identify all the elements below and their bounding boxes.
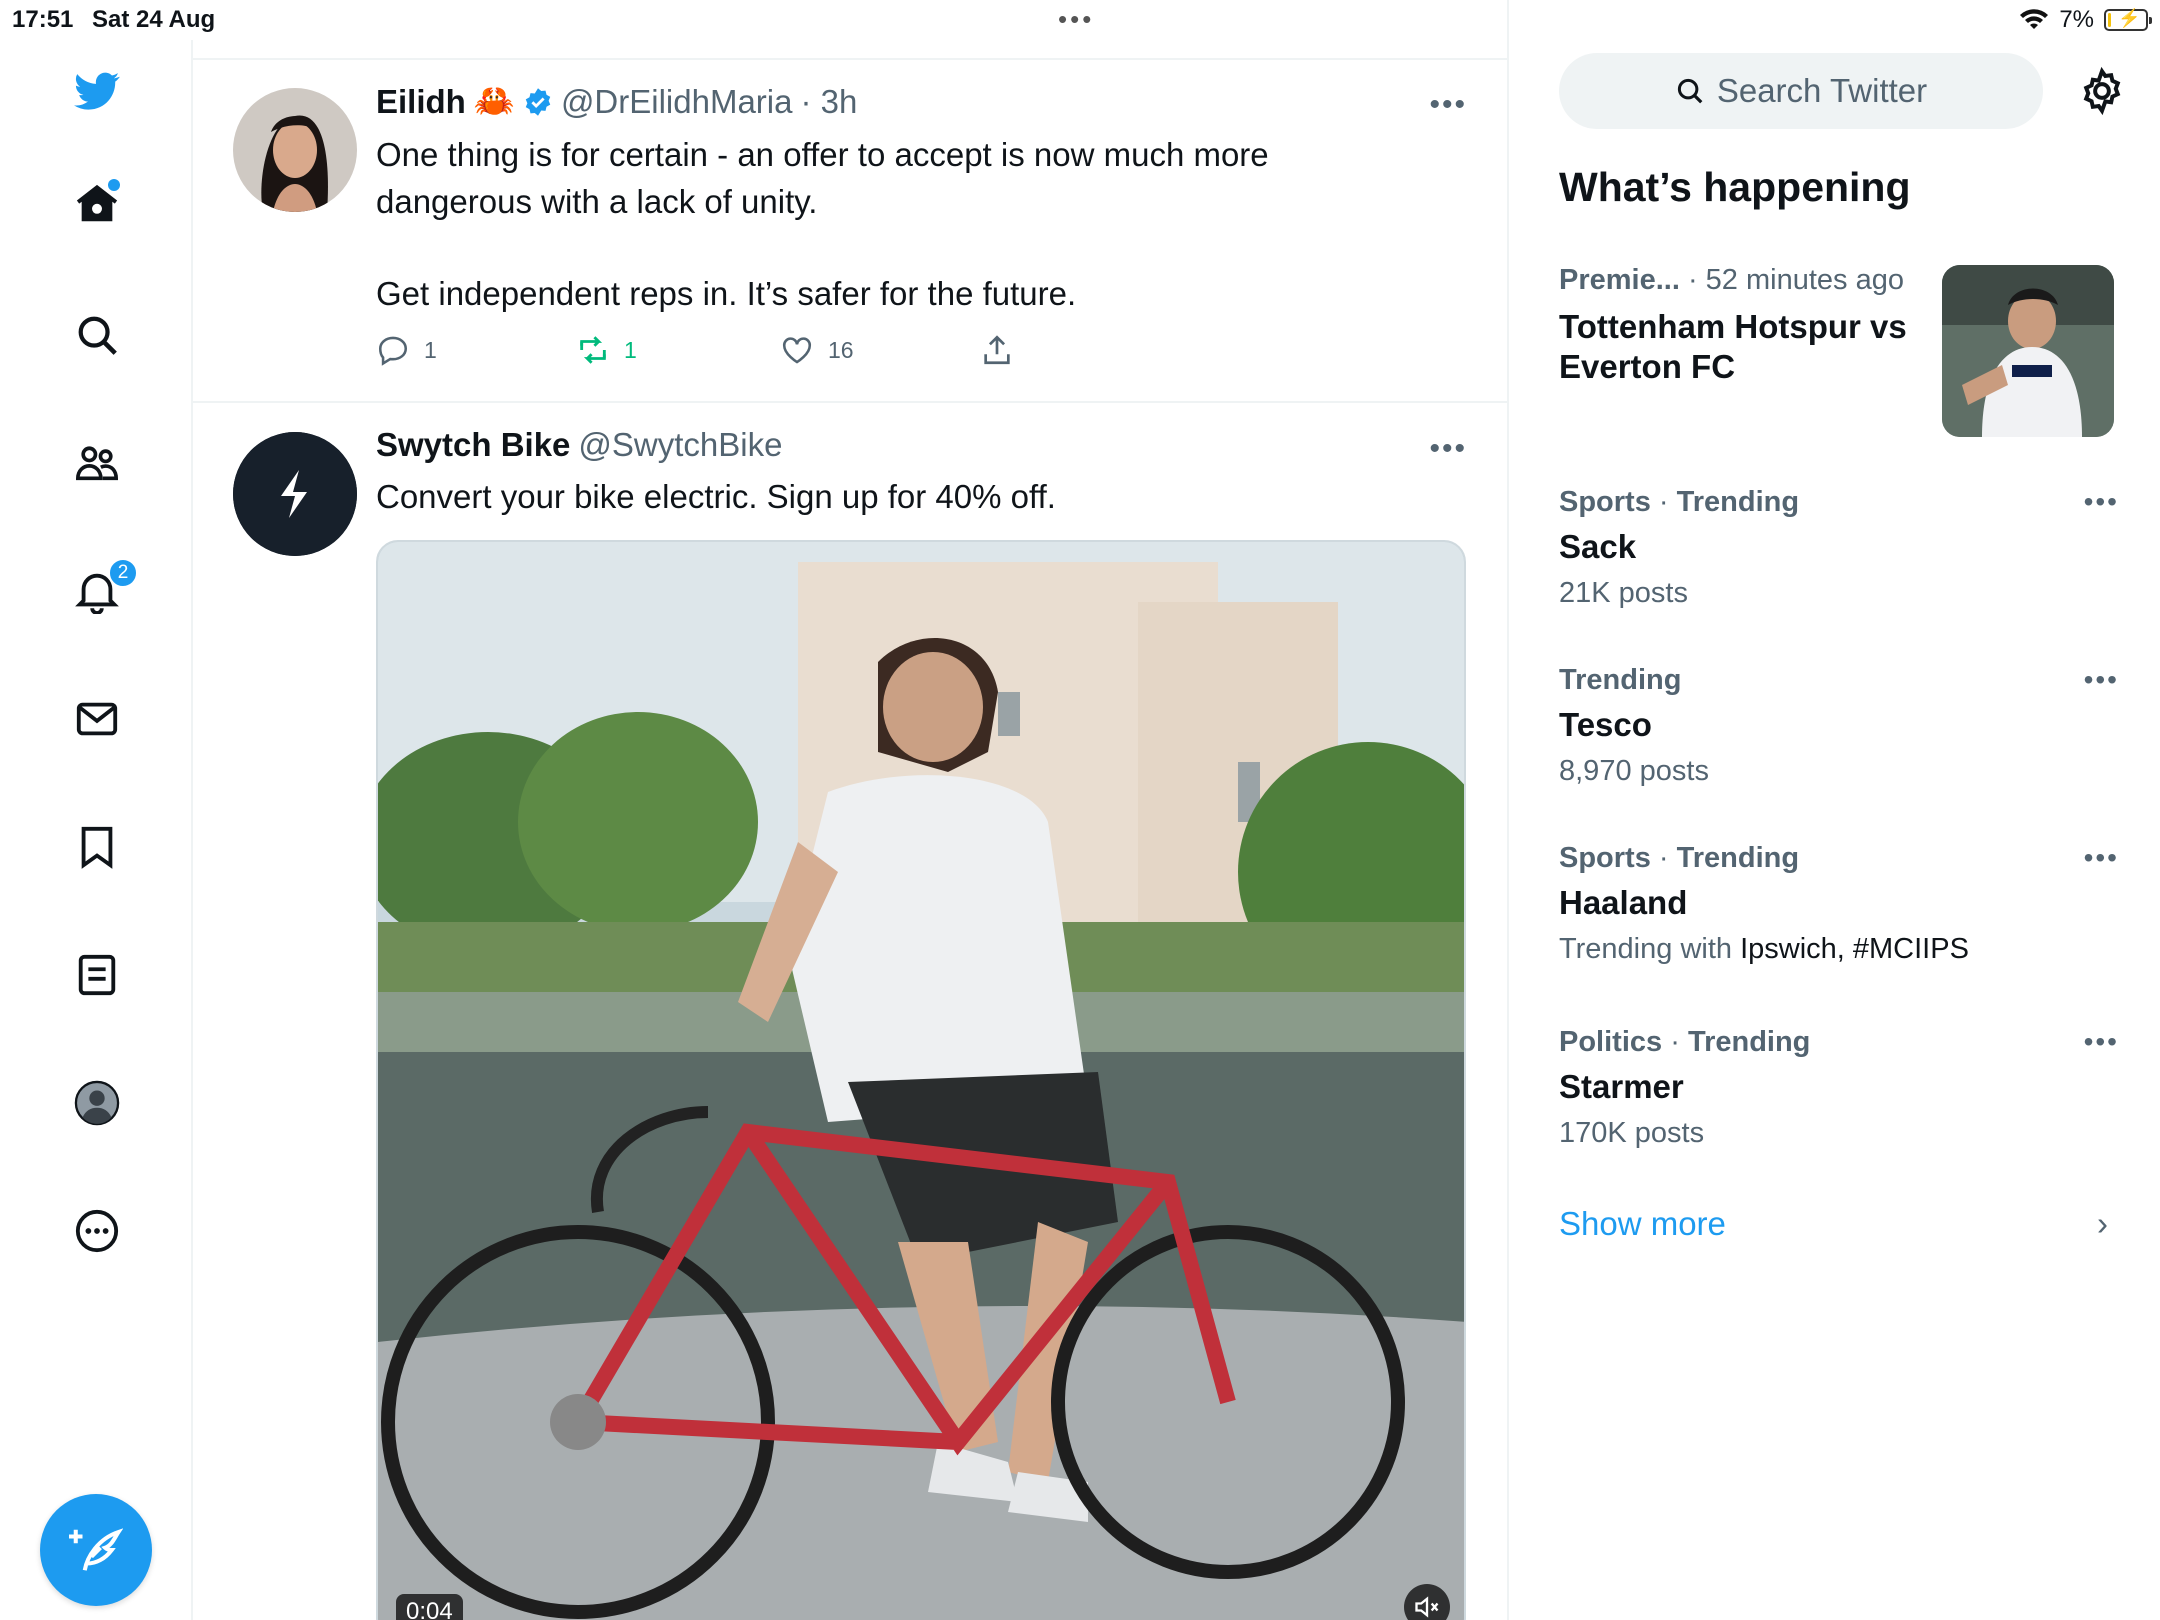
trend-separator: · [1658,486,1669,518]
status-time: 17:51 [12,6,74,33]
retweet-icon [580,336,606,364]
tweet-text: One thing is for certain - an offer to a… [376,131,1396,317]
more-options-icon[interactable] [68,1202,126,1260]
trend-title-line: Tottenham Hotspur vs [1559,308,1907,345]
speaker-muted-icon [1415,1596,1439,1618]
reply-button[interactable]: 1 [376,333,576,367]
trend-item-featured[interactable]: Premie... · 52 minutes ago Tottenham Hot… [1559,264,1959,387]
search-icon [1677,78,1703,104]
compose-tweet-button[interactable] [40,1494,152,1606]
like-button[interactable]: 16 [780,333,980,367]
trend-post-count: 8,970 posts [1559,755,1709,787]
video-player[interactable]: 0:04 [376,540,1466,1620]
share-button[interactable] [980,333,1014,367]
search-placeholder: Search Twitter [1716,72,1928,109]
tweet-text-line: One thing is for certain - an offer to a… [376,136,1269,173]
messages-icon[interactable] [68,690,126,748]
right-sidebar: Search Twitter What’s happening Premie..… [1509,0,2160,1620]
tweet[interactable]: Swytch Bike @SwytchBike ••• Convert your… [193,403,1507,1620]
trend-more-icon[interactable]: ••• [2084,842,2119,874]
trend-title: Sack [1559,528,1637,565]
home-new-dot [108,179,120,191]
search-input[interactable]: Search Twitter [1559,53,2043,129]
trend-more-icon[interactable]: ••• [2084,664,2119,696]
tweet-text: Convert your bike electric. Sign up for … [376,478,1056,515]
tweet-text-line: dangerous with a lack of unity. [376,183,818,220]
trend-item[interactable]: Trending Tesco 8,970 posts ••• [1559,664,2119,788]
avatar[interactable] [233,432,357,556]
search-icon[interactable] [68,306,126,364]
reply-count: 1 [424,336,437,363]
trend-separator: · [1670,1026,1680,1058]
chevron-right-icon[interactable]: › [2097,1205,2108,1243]
featured-trend-image[interactable] [1942,265,2114,437]
communities-icon[interactable] [68,434,126,492]
home-icon[interactable] [68,175,126,233]
tweet-actions: 1 1 16 [376,333,1014,367]
tweet[interactable]: Eilidh 🦀 @DrEilidhMaria · 3h ••• One thi… [193,60,1507,403]
trend-item[interactable]: Sports · Trending Haaland Trending with … [1559,842,2119,966]
reply-icon [378,336,408,366]
trend-separator: · [1658,842,1669,874]
tweet-more-icon[interactable]: ••• [1429,88,1467,122]
lists-icon[interactable] [68,946,126,1004]
video-frame-cyclist [378,542,1464,1620]
retweet-count: 1 [624,336,637,363]
timeline-feed: Eilidh 🦀 @DrEilidhMaria · 3h ••• One thi… [193,0,1509,1620]
crab-emoji: 🦀 [473,82,515,119]
trend-time: · 52 minutes ago [1687,264,1904,296]
author-name[interactable]: Eilidh [376,83,466,121]
whats-happening-heading: What’s happening [1559,164,1911,210]
author-handle[interactable]: @SwytchBike [578,426,782,464]
tweet-time[interactable]: · 3h [801,83,858,121]
twitter-logo-icon[interactable] [68,62,126,120]
trend-label: Trending [1676,486,1800,518]
tweet-more-icon[interactable]: ••• [1429,432,1467,466]
tweet-text-line: Get independent reps in. It’s safer for … [376,275,1077,312]
settings-gear-icon[interactable] [2077,66,2127,116]
trend-title-line: Everton FC [1559,348,1736,385]
author-handle[interactable]: @DrEilidhMaria [561,83,793,121]
author-name[interactable]: Swytch Bike [376,426,570,464]
trend-title: Tottenham Hotspur vs Everton FC [1559,307,1959,387]
trend-label: Trending [1676,842,1800,874]
profile-avatar-icon[interactable] [68,1074,126,1132]
trend-title: Tesco [1559,706,1652,743]
trend-post-count: 21K posts [1559,577,1688,609]
feed-header [193,0,1507,60]
video-timestamp: 0:04 [396,1594,463,1620]
like-count: 16 [828,336,854,363]
show-more-link[interactable]: Show more [1559,1205,1726,1243]
trend-title: Starmer [1559,1068,1684,1105]
share-icon [984,335,1010,365]
trend-category: Sports [1559,486,1651,518]
trend-category: Politics [1559,1026,1663,1058]
left-nav: 2 [0,40,193,1620]
bookmarks-icon[interactable] [68,818,126,876]
trend-label: Trending [1687,1026,1811,1058]
trend-item[interactable]: Sports · Trending Sack 21K posts ••• [1559,486,2119,610]
trend-related-tags[interactable]: Ipswich, #MCIIPS [1740,933,1969,965]
trend-item[interactable]: Politics · Trending Starmer 170K posts •… [1559,1026,2119,1150]
heart-icon [782,337,812,364]
trend-category: Premie... [1559,264,1680,296]
trend-title: Haaland [1559,884,1688,921]
trend-related: Trending with Ipswich, #MCIIPS [1559,933,2119,966]
compose-feather-icon [69,1528,123,1571]
trend-category: Sports [1559,842,1651,874]
avatar[interactable] [233,88,357,212]
verified-badge-icon [525,87,551,116]
notifications-bell-icon[interactable]: 2 [68,558,138,620]
trend-label: Trending [1559,664,1682,696]
trend-more-icon[interactable]: ••• [2084,486,2119,518]
trend-post-count: 170K posts [1559,1117,1705,1149]
trend-related-prefix: Trending with [1559,933,1733,965]
retweet-button[interactable]: 1 [576,333,780,367]
trend-more-icon[interactable]: ••• [2084,1026,2119,1058]
notifications-badge: 2 [108,558,138,588]
